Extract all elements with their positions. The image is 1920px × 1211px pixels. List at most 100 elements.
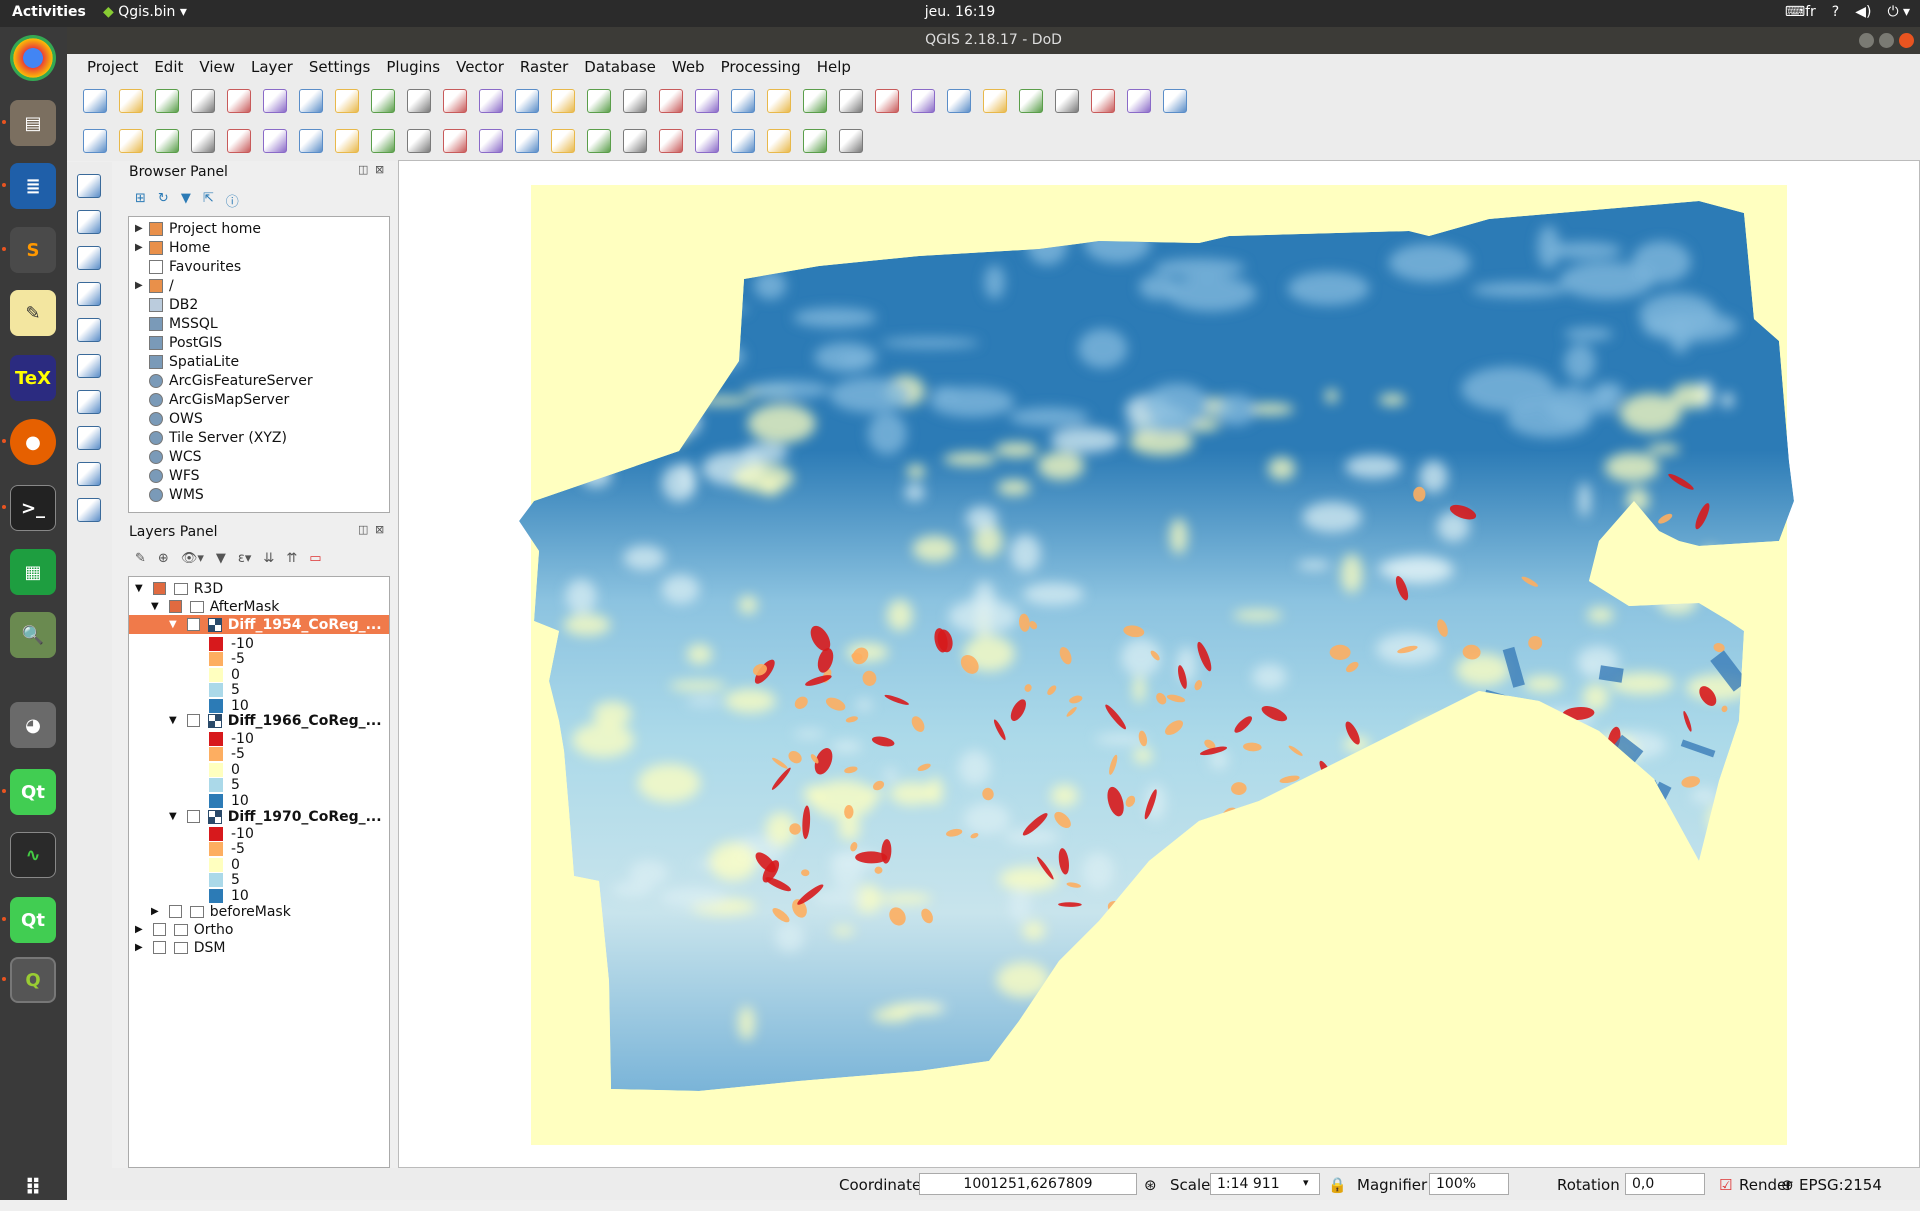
menu-edit[interactable]: Edit [146, 54, 191, 81]
files-icon[interactable]: ▤ [10, 100, 56, 146]
measure-icon[interactable] [1055, 89, 1079, 113]
close-button[interactable] [1899, 33, 1914, 48]
expand-arrow-icon[interactable]: ▼ [169, 619, 177, 630]
group-ortho[interactable]: ▶ Ortho [135, 920, 233, 939]
firefox-icon[interactable]: ● [10, 419, 56, 465]
add-raster-icon[interactable] [77, 210, 101, 234]
browser-item[interactable]: Tile Server (XYZ) [149, 428, 287, 447]
help-icon[interactable] [1163, 89, 1187, 113]
open-project-icon[interactable] [119, 89, 143, 113]
layer-checkbox[interactable] [186, 714, 200, 727]
layer-checkbox[interactable] [168, 600, 182, 613]
expand-arrow-icon[interactable]: ▶ [151, 906, 159, 917]
rotate-label-icon[interactable] [587, 129, 611, 153]
node-tool-icon[interactable] [263, 129, 287, 153]
save-as-icon[interactable] [191, 89, 215, 113]
gimp-icon[interactable]: ◕ [10, 702, 56, 748]
coordinate-field[interactable]: 1001251,6267809 [919, 1173, 1137, 1195]
magnifier-field[interactable]: 100% [1429, 1173, 1509, 1195]
expand-arrow-icon[interactable]: ▶ [135, 280, 143, 291]
filter-legend-icon[interactable]: ▼ [216, 551, 226, 566]
current-edits-icon[interactable] [83, 129, 107, 153]
browser-item[interactable]: WFS [149, 466, 200, 485]
browser-item[interactable]: SpatiaLite [149, 352, 239, 371]
cut-icon[interactable] [335, 129, 359, 153]
zoom-last-icon[interactable] [587, 89, 611, 113]
group-beforemask[interactable]: ▶ beforeMask [151, 902, 291, 921]
browser-item[interactable]: ArcGisFeatureServer [149, 371, 313, 390]
browser-item[interactable]: WCS [149, 447, 202, 466]
maximize-button[interactable] [1879, 33, 1894, 48]
layer-checkbox[interactable] [152, 923, 166, 936]
filter-expression-icon[interactable]: ε▾ [238, 551, 252, 566]
writer-icon[interactable]: ≣ [10, 163, 56, 209]
panel-close-icon[interactable]: ⊠ [375, 163, 384, 176]
lock-scale-icon[interactable]: 🔒 [1328, 1176, 1347, 1194]
csw-icon[interactable] [767, 129, 791, 153]
collapse-all-icon[interactable]: ⇈ [286, 551, 297, 566]
layers-panel-float-icon[interactable]: ◫ [358, 523, 368, 536]
browser-item[interactable]: Project home [149, 219, 261, 238]
menu-layer[interactable]: Layer [243, 54, 301, 81]
add-postgis-icon[interactable] [77, 282, 101, 306]
expand-all-icon[interactable]: ⇊ [263, 551, 274, 566]
deselect-icon[interactable] [875, 89, 899, 113]
crs-icon[interactable]: ⊕ [1781, 1176, 1794, 1194]
add-feature-icon[interactable] [191, 129, 215, 153]
zoom-layer-icon[interactable] [515, 89, 539, 113]
terminal-icon[interactable]: >_ [10, 485, 56, 531]
copy-icon[interactable] [371, 129, 395, 153]
panel-float-icon[interactable]: ◫ [358, 163, 368, 176]
pan-to-selection-icon[interactable] [335, 89, 359, 113]
browser-item[interactable]: ArcGisMapServer [149, 390, 289, 409]
texmaker-icon[interactable]: TeX [10, 355, 56, 401]
activities-button[interactable]: Activities [12, 4, 86, 20]
field-calculator-icon[interactable] [911, 89, 935, 113]
browser-item[interactable]: OWS [149, 409, 203, 428]
statistics-icon[interactable] [983, 89, 1007, 113]
layer-diff-1970[interactable]: ▼ Diff_1970_CoReg_... [169, 807, 382, 826]
label-toolbar-a-icon[interactable] [659, 129, 683, 153]
save-project-icon[interactable] [155, 89, 179, 113]
save-edits-icon[interactable] [155, 129, 179, 153]
paste-icon[interactable] [407, 129, 431, 153]
render-checkbox[interactable]: ☑ [1719, 1176, 1732, 1194]
refresh-icon[interactable]: ↻ [158, 191, 169, 210]
expand-arrow-icon[interactable]: ▼ [169, 811, 177, 822]
group-r3d[interactable]: ▼ R3D [135, 579, 223, 598]
new-project-icon[interactable] [83, 89, 107, 113]
browser-item[interactable]: DB2 [149, 295, 198, 314]
layer-checkbox[interactable] [168, 905, 182, 918]
zoom-out-icon[interactable] [407, 89, 431, 113]
browser-tree[interactable]: Project home ▶ Home ▶ Favourites / ▶ DB2 MSSQL Po… [128, 216, 390, 513]
expand-arrow-icon[interactable]: ▶ [135, 942, 143, 953]
browser-item[interactable]: Home [149, 238, 210, 257]
image-viewer-icon[interactable]: 🔍 [10, 612, 56, 658]
show-hide-labels-icon[interactable] [515, 129, 539, 153]
select-icon[interactable] [839, 89, 863, 113]
style-icon[interactable]: ✎ [135, 551, 146, 566]
add-spatialite-icon[interactable] [77, 246, 101, 270]
add-wms-icon[interactable] [77, 318, 101, 342]
map-tips-icon[interactable] [1091, 89, 1115, 113]
show-bookmarks-icon[interactable] [695, 89, 719, 113]
collapse-icon[interactable]: ⇱ [203, 191, 214, 210]
system-tray[interactable]: ⌨fr ? ◀) ⏻ ▾ [1785, 4, 1910, 20]
toggle-editing-icon[interactable] [119, 129, 143, 153]
new-bookmark-icon[interactable] [659, 89, 683, 113]
move-feature-icon[interactable] [227, 129, 251, 153]
menu-database[interactable]: Database [576, 54, 664, 81]
clock[interactable]: jeu. 16:19 [0, 4, 1920, 20]
move-label-icon[interactable] [551, 129, 575, 153]
add-virtual-icon[interactable] [77, 462, 101, 486]
add-delimited-icon[interactable] [77, 426, 101, 450]
browser-item[interactable]: PostGIS [149, 333, 222, 352]
menu-view[interactable]: View [191, 54, 243, 81]
chrome-icon[interactable] [10, 35, 56, 81]
composer-manager-icon[interactable] [263, 89, 287, 113]
measure-tool-icon[interactable] [803, 89, 827, 113]
sum-icon[interactable] [1019, 89, 1043, 113]
show-apps-icon[interactable]: ⠿ [10, 1165, 56, 1211]
pin-labels-icon[interactable] [479, 129, 503, 153]
label-toolbar-c-icon[interactable] [731, 129, 755, 153]
